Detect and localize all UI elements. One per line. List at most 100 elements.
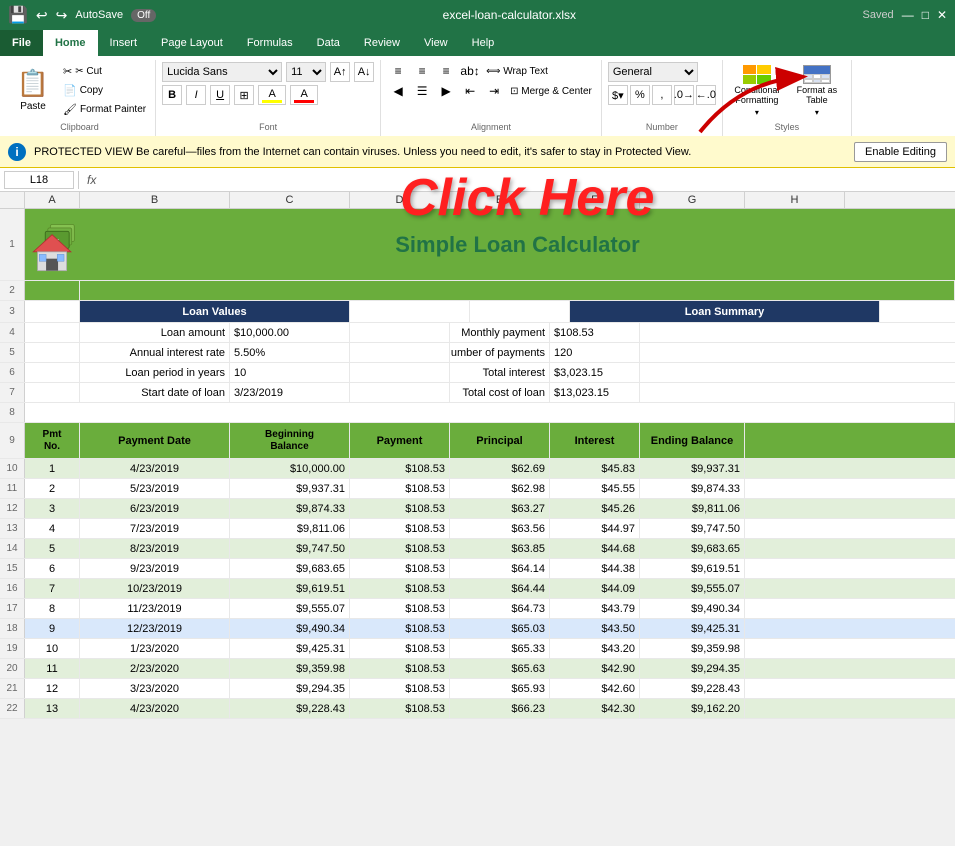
cell-date-12[interactable]: 6/23/2019 — [80, 499, 230, 518]
cell-endbal-17[interactable]: $9,490.34 — [640, 599, 745, 618]
cell-payment-10[interactable]: $108.53 — [350, 459, 450, 478]
tab-page-layout[interactable]: Page Layout — [149, 30, 235, 56]
cell-date-21[interactable]: 3/23/2020 — [80, 679, 230, 698]
cell-pmt-15[interactable]: 6 — [25, 559, 80, 578]
cell-reference-input[interactable] — [4, 171, 74, 189]
italic-button[interactable]: I — [186, 85, 206, 105]
cell-row2-rest[interactable] — [80, 281, 955, 300]
cell-endbal-11[interactable]: $9,874.33 — [640, 479, 745, 498]
tab-view[interactable]: View — [412, 30, 460, 56]
align-top-left-button[interactable]: ≡ — [387, 62, 409, 80]
cell-date-15[interactable]: 9/23/2019 — [80, 559, 230, 578]
th-interest[interactable]: Interest — [550, 423, 640, 458]
cell-4d[interactable]: $10,000.00 — [230, 323, 350, 342]
cell-a1[interactable]: $ — [25, 209, 80, 280]
cell-principal-16[interactable]: $64.44 — [450, 579, 550, 598]
cell-principal-15[interactable]: $64.14 — [450, 559, 550, 578]
cell-pmt-19[interactable]: 10 — [25, 639, 80, 658]
cell-interest-12[interactable]: $45.26 — [550, 499, 640, 518]
decrease-font-button[interactable]: A↓ — [354, 62, 374, 82]
th-date[interactable]: Payment Date — [80, 423, 230, 458]
cell-date-13[interactable]: 7/23/2019 — [80, 519, 230, 538]
cell-8[interactable] — [25, 403, 955, 422]
cell-7e[interactable] — [350, 383, 450, 402]
cell-7b[interactable] — [25, 383, 80, 402]
cell-6e[interactable] — [350, 363, 450, 382]
cell-pmt-12[interactable]: 3 — [25, 499, 80, 518]
cell-interest-22[interactable]: $42.30 — [550, 699, 640, 718]
cell-begbal-11[interactable]: $9,937.31 — [230, 479, 350, 498]
cell-5b[interactable] — [25, 343, 80, 362]
wrap-text-button[interactable]: ⟺ Wrap Text — [483, 62, 551, 80]
cell-interest-15[interactable]: $44.38 — [550, 559, 640, 578]
copy-button[interactable]: 📄Copy — [60, 81, 149, 99]
cell-principal-13[interactable]: $63.56 — [450, 519, 550, 538]
align-right-button[interactable]: ▶ — [435, 82, 457, 100]
format-as-table-button[interactable]: Format asTable ▾ — [789, 63, 845, 119]
cell-date-22[interactable]: 4/23/2020 — [80, 699, 230, 718]
redo-icon[interactable]: ↪ — [56, 7, 68, 24]
cell-payment-22[interactable]: $108.53 — [350, 699, 450, 718]
cell-4g[interactable]: $108.53 — [550, 323, 640, 342]
tab-home[interactable]: Home — [43, 30, 98, 56]
cell-principal-11[interactable]: $62.98 — [450, 479, 550, 498]
cell-6c[interactable]: Loan period in years — [80, 363, 230, 382]
cell-endbal-18[interactable]: $9,425.31 — [640, 619, 745, 638]
cell-7d[interactable]: 3/23/2019 — [230, 383, 350, 402]
cell-pmt-20[interactable]: 11 — [25, 659, 80, 678]
cell-pmt-17[interactable]: 8 — [25, 599, 80, 618]
cell-endbal-14[interactable]: $9,683.65 — [640, 539, 745, 558]
cell-date-18[interactable]: 12/23/2019 — [80, 619, 230, 638]
cell-5c[interactable]: Annual interest rate — [80, 343, 230, 362]
cell-begbal-19[interactable]: $9,425.31 — [230, 639, 350, 658]
number-format-select[interactable]: General Text Number Currency — [608, 62, 698, 82]
cell-row3-d[interactable] — [350, 301, 470, 322]
cell-begbal-16[interactable]: $9,619.51 — [230, 579, 350, 598]
col-header-b[interactable]: B — [80, 192, 230, 208]
merge-center-button[interactable]: ⊡ Merge & Center — [507, 82, 595, 100]
cell-payment-16[interactable]: $108.53 — [350, 579, 450, 598]
cell-5e[interactable] — [350, 343, 450, 362]
cell-date-19[interactable]: 1/23/2020 — [80, 639, 230, 658]
tab-help[interactable]: Help — [460, 30, 507, 56]
cell-payment-20[interactable]: $108.53 — [350, 659, 450, 678]
cell-date-16[interactable]: 10/23/2019 — [80, 579, 230, 598]
cut-button[interactable]: ✂✂ Cut — [60, 62, 149, 80]
bold-button[interactable]: B — [162, 85, 182, 105]
indent-increase-button[interactable]: ⇥ — [483, 82, 505, 100]
align-top-right-button[interactable]: ≡ — [435, 62, 457, 80]
th-end-bal[interactable]: Ending Balance — [640, 423, 745, 458]
increase-decimal-button[interactable]: .0→ — [674, 85, 694, 105]
cell-5d[interactable]: 5.50% — [230, 343, 350, 362]
col-header-f[interactable]: F — [550, 192, 640, 208]
formula-input[interactable] — [104, 174, 951, 186]
close-icon[interactable]: ✕ — [937, 8, 947, 22]
cell-row3-e[interactable] — [470, 301, 570, 322]
cell-principal-17[interactable]: $64.73 — [450, 599, 550, 618]
autosave-toggle[interactable]: Off — [131, 9, 156, 22]
tab-data[interactable]: Data — [305, 30, 352, 56]
cell-interest-18[interactable]: $43.50 — [550, 619, 640, 638]
cell-pmt-22[interactable]: 13 — [25, 699, 80, 718]
cell-payment-18[interactable]: $108.53 — [350, 619, 450, 638]
cell-pmt-21[interactable]: 12 — [25, 679, 80, 698]
cell-interest-17[interactable]: $43.79 — [550, 599, 640, 618]
th-beg-bal[interactable]: BeginningBalance — [230, 423, 350, 458]
undo-icon[interactable]: ↩ — [36, 7, 48, 24]
cell-4c[interactable]: Loan amount — [80, 323, 230, 342]
decrease-decimal-button[interactable]: ←.0 — [696, 85, 716, 105]
minimize-icon[interactable]: — — [902, 8, 914, 22]
cell-row2[interactable] — [25, 281, 80, 300]
cell-pmt-16[interactable]: 7 — [25, 579, 80, 598]
loan-values-header[interactable]: Loan Values — [80, 301, 350, 322]
comma-button[interactable]: , — [652, 85, 672, 105]
cell-7c[interactable]: Start date of loan — [80, 383, 230, 402]
cell-endbal-21[interactable]: $9,228.43 — [640, 679, 745, 698]
cell-principal-10[interactable]: $62.69 — [450, 459, 550, 478]
cell-interest-16[interactable]: $44.09 — [550, 579, 640, 598]
cell-endbal-15[interactable]: $9,619.51 — [640, 559, 745, 578]
cell-begbal-18[interactable]: $9,490.34 — [230, 619, 350, 638]
cell-interest-13[interactable]: $44.97 — [550, 519, 640, 538]
th-pmt[interactable]: PmtNo. — [25, 423, 80, 458]
cell-pmt-14[interactable]: 5 — [25, 539, 80, 558]
